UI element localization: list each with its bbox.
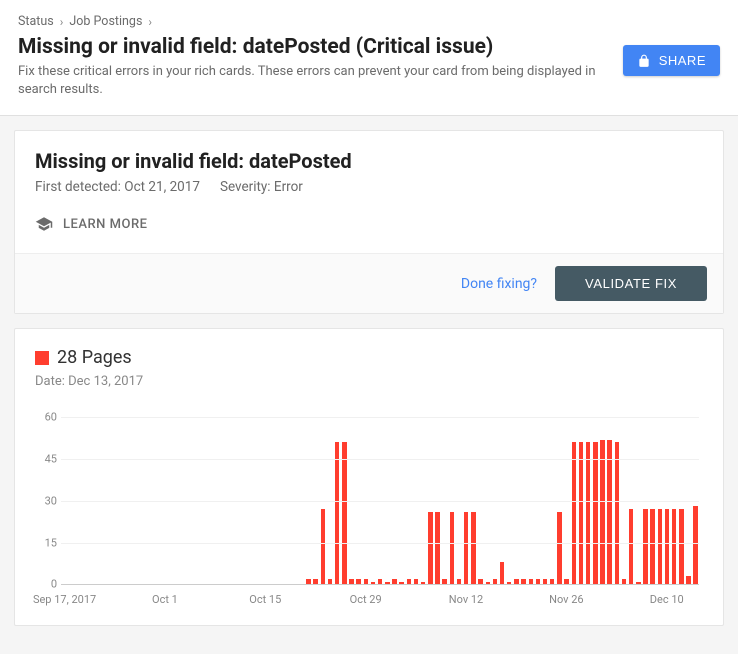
chart-title: 28 Pages xyxy=(57,347,132,368)
bar xyxy=(385,582,389,585)
first-detected-label: First detected: xyxy=(35,179,124,195)
bar xyxy=(450,512,454,584)
bar xyxy=(615,442,619,584)
chart-header: 28 Pages xyxy=(35,347,703,368)
bar xyxy=(349,579,353,585)
bar xyxy=(378,579,382,585)
bar xyxy=(478,579,482,585)
chevron-right-icon: › xyxy=(148,15,152,29)
bar xyxy=(507,582,511,585)
bar xyxy=(371,582,375,585)
severity-label: Severity: xyxy=(220,179,274,195)
bar xyxy=(514,579,518,585)
bar xyxy=(356,579,360,585)
grid-line xyxy=(61,459,699,460)
bar xyxy=(471,512,475,584)
bar xyxy=(321,509,325,584)
bar xyxy=(428,512,432,584)
learn-more-link[interactable]: LEARN MORE xyxy=(35,215,147,233)
bar xyxy=(313,579,317,585)
bar xyxy=(557,512,561,584)
bar xyxy=(579,442,583,584)
share-button-label: SHARE xyxy=(659,53,706,68)
bar xyxy=(421,582,425,585)
bar xyxy=(636,582,640,585)
bar xyxy=(414,579,418,585)
grid-line xyxy=(61,543,699,544)
y-tick-label: 0 xyxy=(35,578,57,591)
bar xyxy=(550,579,554,585)
y-tick-label: 30 xyxy=(35,494,57,507)
bar xyxy=(600,440,604,585)
bar xyxy=(442,579,446,585)
learn-more-label: LEARN MORE xyxy=(63,217,147,232)
bar xyxy=(493,579,497,585)
bar xyxy=(457,579,461,585)
first-detected-value: Oct 21, 2017 xyxy=(124,179,200,195)
bar xyxy=(629,509,633,584)
card-actions: Done fixing? VALIDATE FIX xyxy=(15,253,723,313)
breadcrumb-item-status[interactable]: Status xyxy=(18,14,54,29)
bar xyxy=(607,440,611,585)
pages-chart-card: 28 Pages Date: Dec 13, 2017 015304560 Se… xyxy=(14,328,724,626)
y-tick-label: 45 xyxy=(35,453,57,466)
issue-detail-card: Missing or invalid field: datePosted Fir… xyxy=(14,130,724,314)
pages-bar-chart: 015304560 Sep 17, 2017Oct 1Oct 15Oct 29N… xyxy=(35,417,703,607)
bar xyxy=(392,579,396,585)
y-tick-label: 60 xyxy=(35,411,57,424)
page-subtitle: Fix these critical errors in your rich c… xyxy=(18,63,611,99)
share-button[interactable]: SHARE xyxy=(623,45,720,76)
done-fixing-text: Done fixing? xyxy=(461,276,537,292)
bar xyxy=(464,512,468,584)
bar xyxy=(643,509,647,584)
chevron-right-icon: › xyxy=(60,15,64,29)
grid-line xyxy=(61,501,699,502)
severity-value: Error xyxy=(274,179,303,195)
bar xyxy=(536,579,540,585)
bar xyxy=(521,579,525,585)
bar xyxy=(593,442,597,584)
graduation-cap-icon xyxy=(35,215,53,233)
grid-line xyxy=(61,417,699,418)
bar xyxy=(572,442,576,584)
breadcrumb: Status › Job Postings › xyxy=(18,14,720,29)
bar xyxy=(364,579,368,585)
legend-swatch xyxy=(35,351,49,365)
bar xyxy=(658,509,662,584)
bar xyxy=(328,579,332,585)
lock-icon xyxy=(637,54,651,68)
bar xyxy=(686,576,690,584)
breadcrumb-item-job-postings[interactable]: Job Postings xyxy=(69,14,142,29)
validate-fix-button[interactable]: VALIDATE FIX xyxy=(555,266,707,301)
bar xyxy=(342,442,346,584)
page-title: Missing or invalid field: datePosted (Cr… xyxy=(18,35,611,59)
bar xyxy=(543,579,547,585)
bar xyxy=(679,509,683,584)
bar xyxy=(407,579,411,585)
bar xyxy=(306,579,310,585)
y-tick-label: 15 xyxy=(35,536,57,549)
bar xyxy=(486,582,490,585)
bar xyxy=(650,509,654,584)
bar xyxy=(693,506,697,584)
bar xyxy=(586,442,590,584)
bar xyxy=(435,512,439,584)
chart-date: Date: Dec 13, 2017 xyxy=(35,374,703,389)
issue-title: Missing or invalid field: datePosted xyxy=(35,149,703,173)
bar xyxy=(335,442,339,584)
bar xyxy=(529,579,533,585)
bar xyxy=(399,582,403,585)
bar xyxy=(564,579,568,585)
bar xyxy=(622,579,626,585)
page-header: Status › Job Postings › Missing or inval… xyxy=(0,0,738,116)
issue-meta: First detected: Oct 21, 2017 Severity: E… xyxy=(35,179,703,195)
bar xyxy=(665,509,669,584)
bar xyxy=(500,562,504,584)
bar xyxy=(672,509,676,584)
